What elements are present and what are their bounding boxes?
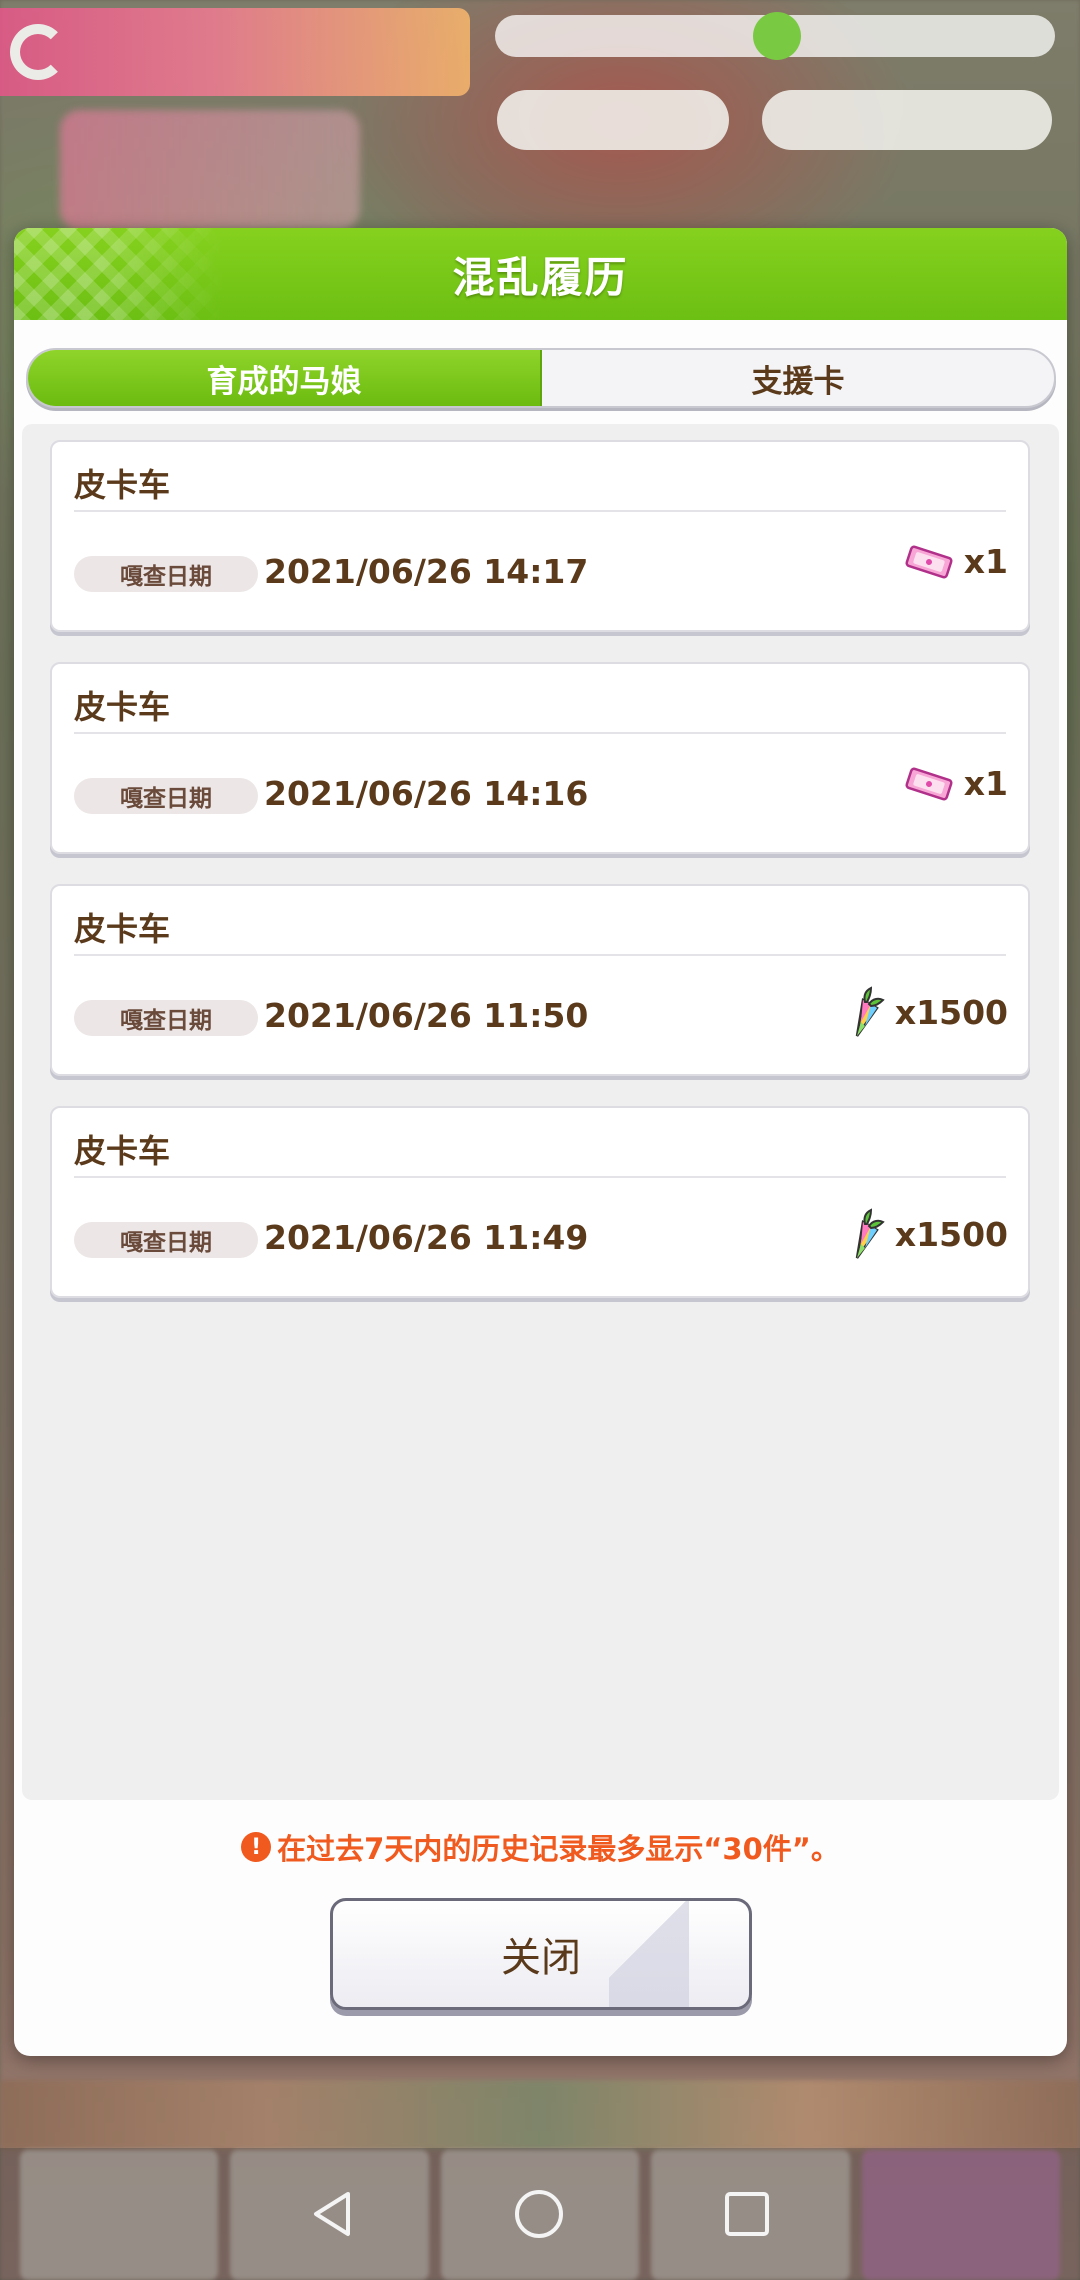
record-card: 皮卡车 嘎查日期 2021/06/26 11:50 x1500 (50, 884, 1030, 1076)
record-card: 皮卡车 嘎查日期 2021/06/26 11:49 x1500 (50, 1106, 1030, 1298)
warning-icon: ! (241, 1832, 272, 1862)
record-reward: x1 (904, 764, 1008, 803)
button-decoration (609, 1901, 689, 2007)
record-date: 2021/06/26 14:16 (264, 774, 589, 813)
tab-support-card[interactable]: 支援卡 (542, 350, 1054, 406)
swirl-icon (10, 24, 66, 80)
divider (74, 510, 1006, 512)
ticket-icon (905, 767, 953, 800)
record-list[interactable]: 皮卡车 嘎查日期 2021/06/26 14:17 x1 皮卡车 嘎查日期 20 (22, 424, 1059, 1800)
carrot-icon (855, 1208, 885, 1259)
divider (74, 1176, 1006, 1178)
reward-quantity: x1500 (894, 992, 1008, 1032)
carrot-icon (855, 986, 885, 1037)
reward-quantity: x1 (963, 542, 1008, 581)
record-date-tag: 嘎查日期 (74, 1000, 258, 1036)
resource-bar (495, 12, 1055, 60)
hud-button-left (497, 90, 729, 150)
history-notice: ! 在过去7天内的历史记录最多显示“30件”。 (14, 1826, 1067, 1868)
record-name: 皮卡车 (74, 910, 171, 948)
ticket-icon (905, 545, 953, 578)
divider (74, 732, 1006, 734)
history-dialog: 混乱履历 育成的马娘 支援卡 皮卡车 嘎查日期 2021/06/26 14:17… (14, 228, 1067, 2056)
record-name: 皮卡车 (74, 688, 171, 726)
record-reward: x1 (904, 542, 1008, 581)
close-button[interactable]: 关闭 (330, 1898, 752, 2010)
reward-quantity: x1 (963, 764, 1008, 803)
header-pattern (14, 228, 224, 320)
tab-bar: 育成的马娘 支援卡 (26, 348, 1056, 408)
record-name: 皮卡车 (74, 1132, 171, 1170)
close-button-label: 关闭 (501, 1935, 581, 1981)
dialog-header: 混乱履历 (14, 228, 1067, 320)
record-date-tag: 嘎查日期 (74, 778, 258, 814)
tab-trained-umamusume[interactable]: 育成的马娘 (28, 350, 542, 406)
record-date: 2021/06/26 11:50 (264, 996, 589, 1035)
record-date: 2021/06/26 11:49 (264, 1218, 589, 1257)
record-reward: x1500 (841, 1208, 1008, 1260)
system-nav-bar (0, 2148, 1080, 2280)
home-icon[interactable] (513, 2188, 565, 2240)
resource-icon (753, 12, 801, 60)
record-card: 皮卡车 嘎查日期 2021/06/26 14:17 x1 (50, 440, 1030, 632)
record-card: 皮卡车 嘎查日期 2021/06/26 14:16 x1 (50, 662, 1030, 854)
hud-button-right (762, 90, 1052, 150)
reward-quantity: x1500 (894, 1214, 1008, 1254)
background-art-bottom (0, 2080, 1080, 2150)
event-banner (0, 8, 470, 96)
record-reward: x1500 (841, 986, 1008, 1038)
record-name: 皮卡车 (74, 466, 171, 504)
record-date-tag: 嘎查日期 (74, 556, 258, 592)
record-date: 2021/06/26 14:17 (264, 552, 589, 591)
notice-text: 在过去7天内的历史记录最多显示“30件”。 (277, 1832, 840, 1866)
back-icon[interactable] (310, 2190, 354, 2238)
record-date-tag: 嘎查日期 (74, 1222, 258, 1258)
background-art (60, 110, 360, 230)
divider (74, 954, 1006, 956)
recent-apps-icon[interactable] (724, 2191, 770, 2237)
dialog-title: 混乱履历 (452, 252, 629, 302)
